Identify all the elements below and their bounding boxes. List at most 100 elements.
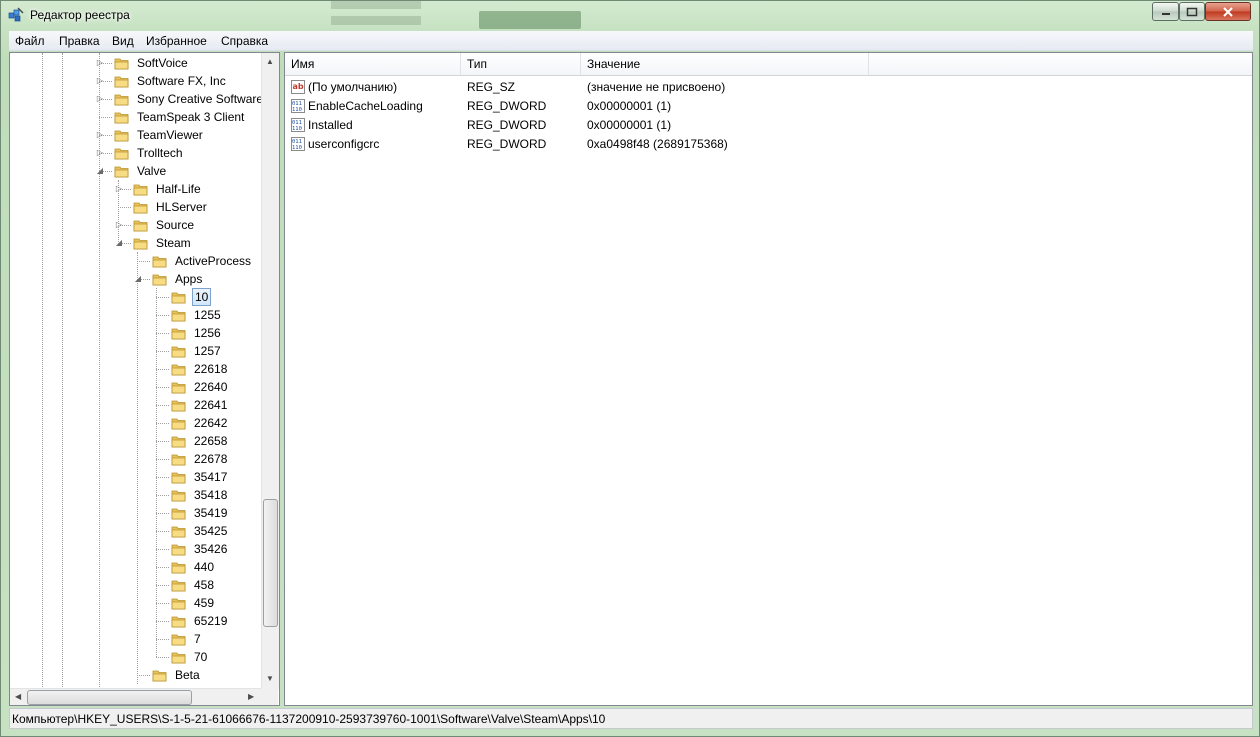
expand-arrow-icon[interactable]: ▷ (114, 180, 124, 198)
tree-node-label[interactable]: SoftVoice (135, 54, 190, 72)
value-row[interactable]: 011 110 userconfigcrc REG_DWORD 0xa0498f48 (… (285, 135, 1252, 154)
tree-node-label[interactable]: 35418 (192, 486, 229, 504)
tree-node-label[interactable]: 458 (192, 576, 216, 594)
tree-node-label[interactable]: 22641 (192, 396, 229, 414)
tree-node-label[interactable]: 35425 (192, 522, 229, 540)
folder-icon (171, 292, 186, 304)
tree-horizontal-scroll-thumb[interactable] (27, 690, 192, 705)
value-row[interactable]: 011 110 EnableCacheLoading REG_DWORD 0x00000… (285, 97, 1252, 116)
expand-arrow-icon[interactable]: ▷ (95, 72, 105, 90)
tree-node-label[interactable]: 65219 (192, 612, 229, 630)
tree-node-label[interactable]: 440 (192, 558, 216, 576)
tree-node-label[interactable]: 22642 (192, 414, 229, 432)
tree-node-label[interactable]: Valve (135, 162, 168, 180)
collapse-arrow-icon[interactable]: ◢ (114, 234, 124, 252)
folder-icon (171, 634, 186, 646)
tree-node-label[interactable]: 1257 (192, 342, 223, 360)
tree-node-label[interactable]: HLServer (154, 198, 209, 216)
folder-icon (114, 112, 129, 124)
title-bar[interactable]: Редактор реестра (1, 1, 1259, 31)
folder-icon (171, 400, 186, 412)
tree-node-label[interactable]: Source (154, 216, 196, 234)
scroll-up-arrow-icon[interactable]: ▲ (266, 57, 274, 66)
tree-node-label[interactable]: Software FX, Inc (135, 72, 228, 90)
value-row[interactable]: 011 110 Installed REG_DWORD 0x00000001 (1) (285, 116, 1252, 135)
menu-edit[interactable]: Правка (59, 34, 100, 48)
scroll-down-arrow-icon[interactable]: ▼ (266, 674, 274, 683)
tree-connector-line (156, 441, 169, 442)
svg-text:110: 110 (292, 145, 302, 151)
tree-node-label[interactable]: 22618 (192, 360, 229, 378)
tree-node-label[interactable]: 35419 (192, 504, 229, 522)
column-header-value[interactable]: Значение (581, 53, 869, 75)
value-row[interactable]: ab (По умолчанию) REG_SZ (значение не присв… (285, 78, 1252, 97)
folder-icon (171, 580, 186, 592)
folder-icon (114, 94, 129, 106)
folder-icon (152, 274, 167, 286)
close-button[interactable] (1205, 2, 1251, 21)
value-name: EnableCacheLoading (308, 99, 423, 113)
tree-node-label[interactable]: 35417 (192, 468, 229, 486)
close-icon (1223, 6, 1233, 17)
tree-node-label[interactable]: Half-Life (154, 180, 203, 198)
tree-node-label[interactable]: 7 (192, 630, 203, 648)
tree-node-label[interactable]: Apps (173, 270, 204, 288)
registry-key-tree[interactable]: SoftVoice ▷ Software FX, Inc ▷ Sony Creative… (9, 52, 280, 706)
tree-connector-line (99, 117, 112, 118)
tree-connector-line (156, 531, 169, 532)
tree-node-label[interactable]: TeamViewer (135, 126, 205, 144)
tree-connector-line (156, 603, 169, 604)
tree-node-label[interactable]: 70 (192, 648, 209, 666)
folder-icon (133, 238, 148, 250)
expand-arrow-icon[interactable]: ▷ (95, 54, 105, 72)
scroll-left-arrow-icon[interactable]: ◀ (15, 692, 21, 701)
column-header-type[interactable]: Тип (461, 53, 581, 75)
tree-horizontal-scrollbar[interactable]: ◀ ▶ (10, 688, 261, 705)
tree-connector-line (156, 315, 169, 316)
expand-arrow-icon[interactable]: ▷ (114, 216, 124, 234)
tree-node-label[interactable]: 35426 (192, 540, 229, 558)
registry-values-list[interactable]: Имя Тип Значение ab (По умолчанию) REG_SZ (… (284, 52, 1253, 706)
menu-file[interactable]: Файл (15, 34, 45, 48)
tree-connector-line (137, 261, 150, 262)
menu-bar: Файл Правка Вид Избранное Справка (9, 31, 1253, 51)
tree-vertical-scroll-thumb[interactable] (263, 499, 278, 627)
tree-node-label[interactable]: 10 (192, 288, 212, 306)
tree-vertical-scrollbar[interactable]: ▲ ▼ (261, 53, 279, 689)
tree-node-label[interactable]: Trolltech (135, 144, 185, 162)
tree-node-label[interactable]: 22658 (192, 432, 229, 450)
tree-node-label[interactable]: 22640 (192, 378, 229, 396)
tree-connector-line (118, 207, 131, 208)
expand-arrow-icon[interactable]: ▷ (95, 126, 105, 144)
menu-view[interactable]: Вид (112, 34, 134, 48)
tree-connector-line (156, 387, 169, 388)
maximize-button[interactable] (1179, 2, 1205, 21)
tree-node-label[interactable]: Steam (154, 234, 193, 252)
tree-connector-line (156, 657, 169, 658)
tree-connector-line (156, 477, 169, 478)
tree-node-label[interactable]: 459 (192, 594, 216, 612)
tree-node-label[interactable]: 22678 (192, 450, 229, 468)
column-header-name[interactable]: Имя (285, 53, 461, 75)
minimize-button[interactable] (1152, 2, 1179, 21)
menu-help[interactable]: Справка (221, 34, 268, 48)
string-value-icon: ab (291, 80, 305, 94)
expand-arrow-icon[interactable]: ▷ (95, 144, 105, 162)
tree-node-label[interactable]: ActiveProcess (173, 252, 253, 270)
value-data: (значение не присвоено) (587, 80, 726, 94)
folder-icon (114, 76, 129, 88)
menu-favorites[interactable]: Избранное (146, 34, 207, 48)
collapse-arrow-icon[interactable]: ◢ (95, 162, 105, 180)
tree-node-label[interactable]: Beta (173, 666, 202, 684)
tree-node-label[interactable]: TeamSpeak 3 Client (135, 108, 246, 126)
svg-text:110: 110 (292, 126, 302, 132)
scroll-right-arrow-icon[interactable]: ▶ (248, 692, 254, 701)
tree-node-label[interactable]: 1256 (192, 324, 223, 342)
background-window-ghost (331, 1, 421, 9)
tree-node-label[interactable]: Sony Creative Software (135, 90, 265, 108)
collapse-arrow-icon[interactable]: ◢ (133, 270, 143, 288)
expand-arrow-icon[interactable]: ▷ (95, 90, 105, 108)
folder-icon (133, 202, 148, 214)
window-title: Редактор реестра (30, 8, 130, 22)
tree-node-label[interactable]: 1255 (192, 306, 223, 324)
